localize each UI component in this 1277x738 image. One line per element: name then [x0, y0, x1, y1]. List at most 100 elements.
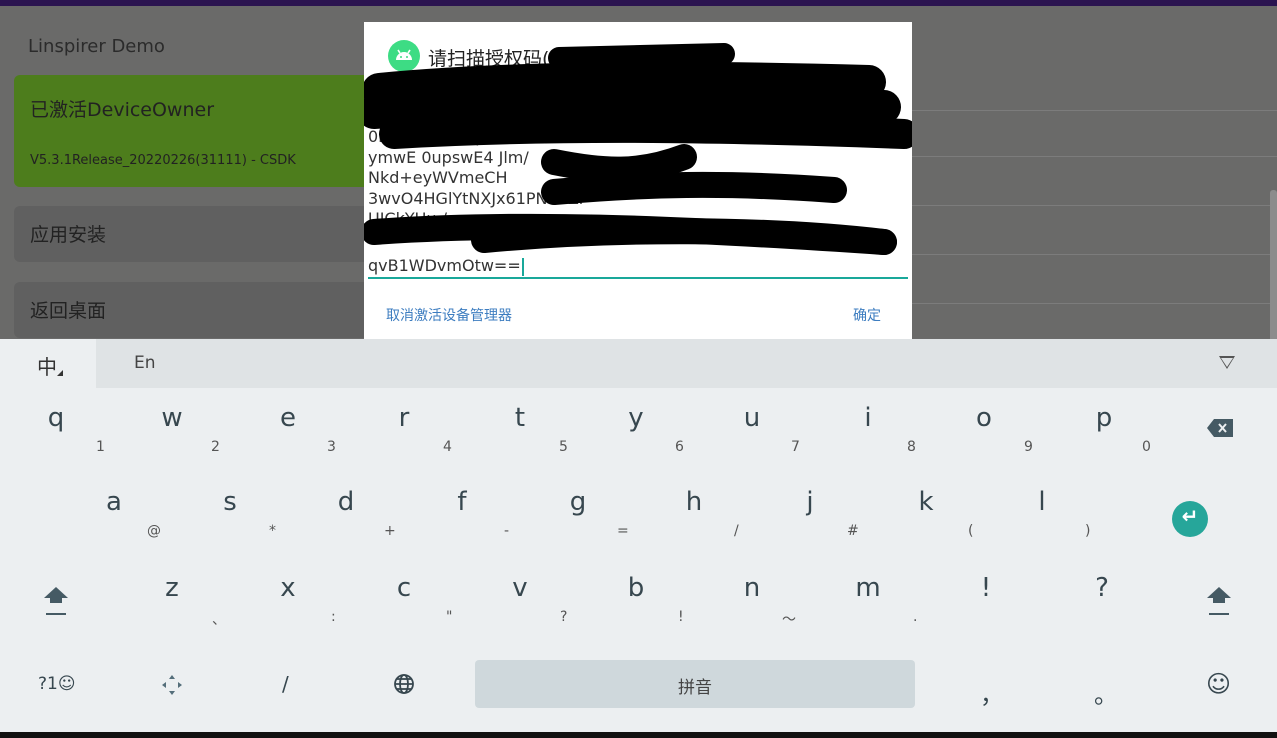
- key-letter: !: [980, 573, 992, 603]
- status-card-version: V5.3.1Release_20220226(31111) - CSDK: [30, 153, 296, 168]
- key-sub: *: [269, 523, 276, 539]
- key-letter: k: [918, 487, 934, 517]
- key-letter: j: [806, 487, 814, 517]
- app-title: Linspirer Demo: [28, 36, 165, 57]
- divider: [912, 254, 1277, 255]
- deactivate-device-admin-button[interactable]: 取消激活设备管理器: [386, 305, 512, 325]
- comma-key[interactable]: ，: [980, 675, 1004, 710]
- key-sub: #: [847, 523, 859, 539]
- key-sub: 3: [327, 439, 336, 455]
- navigation-bar: [0, 732, 1277, 738]
- key-j[interactable]: j #: [752, 479, 868, 559]
- key-letter: p: [1095, 403, 1113, 433]
- key-letter: h: [685, 487, 703, 517]
- key-c[interactable]: c ": [346, 565, 462, 645]
- key-d[interactable]: d +: [288, 479, 404, 559]
- menu-item-label: 返回桌面: [30, 300, 107, 322]
- period-key[interactable]: 。: [1094, 675, 1118, 710]
- key-letter: r: [398, 403, 410, 433]
- key-letter: g: [569, 487, 587, 517]
- key-letter: w: [161, 403, 183, 433]
- shift-right-icon[interactable]: [1204, 587, 1234, 627]
- key-letter: t: [514, 403, 526, 433]
- key-letter: c: [396, 573, 412, 603]
- key-letter: ?: [1095, 573, 1109, 603]
- key-letter: v: [512, 573, 528, 603]
- key-sub: 0: [1142, 439, 1151, 455]
- key-y[interactable]: y6: [580, 395, 696, 475]
- divider: [912, 205, 1277, 206]
- english-mode-key[interactable]: En: [134, 353, 156, 373]
- key-r[interactable]: r4: [348, 395, 464, 475]
- key-w[interactable]: w2: [116, 395, 232, 475]
- key-exclamation[interactable]: !: [928, 565, 1044, 645]
- key-sub: 4: [443, 439, 452, 455]
- key-letter: u: [743, 403, 761, 433]
- key-sub: 9: [1024, 439, 1033, 455]
- backspace-key[interactable]: [1161, 395, 1277, 475]
- key-o[interactable]: o9: [928, 395, 1044, 475]
- key-letter: y: [628, 403, 644, 433]
- key-a[interactable]: a @: [56, 479, 172, 559]
- redaction-scribble: [364, 43, 912, 255]
- key-t[interactable]: t5: [464, 395, 580, 475]
- key-f[interactable]: f-: [404, 479, 520, 559]
- key-sub: ": [446, 609, 453, 625]
- key-sub: =: [617, 523, 629, 539]
- key-u[interactable]: u7: [696, 395, 812, 475]
- key-b[interactable]: b!: [578, 565, 694, 645]
- collapse-keyboard-icon[interactable]: [1219, 356, 1235, 369]
- key-letter: z: [165, 573, 179, 603]
- shift-left-icon[interactable]: [41, 587, 71, 627]
- corner-indicator-icon: [57, 370, 63, 376]
- key-g[interactable]: g =: [520, 479, 636, 559]
- key-s[interactable]: s *: [172, 479, 288, 559]
- key-sub: @: [147, 523, 161, 539]
- key-sub: 8: [907, 439, 916, 455]
- key-e[interactable]: e3: [232, 395, 348, 475]
- key-letter: x: [280, 573, 296, 603]
- key-sub: .: [913, 609, 918, 625]
- key-x[interactable]: x:: [230, 565, 346, 645]
- key-question[interactable]: ?: [1044, 565, 1160, 645]
- space-key[interactable]: 拼音: [475, 660, 915, 708]
- key-letter: f: [457, 487, 467, 517]
- key-sub: 2: [211, 439, 220, 455]
- cursor-move-icon[interactable]: [160, 673, 184, 702]
- key-sub: ): [1085, 523, 1091, 539]
- emoji-key[interactable]: ☺: [1206, 670, 1231, 698]
- key-letter: e: [280, 403, 296, 433]
- confirm-button[interactable]: 确定: [853, 305, 881, 325]
- key-sub: +: [384, 523, 396, 539]
- key-letter: n: [743, 573, 761, 603]
- key-letter: o: [976, 403, 992, 433]
- slash-key[interactable]: /: [282, 672, 289, 696]
- key-k[interactable]: k(: [868, 479, 984, 559]
- status-card-title: 已激活DeviceOwner: [30, 99, 215, 121]
- key-i[interactable]: i8: [812, 395, 928, 475]
- key-sub: 7: [791, 439, 800, 455]
- key-l[interactable]: l): [984, 479, 1100, 559]
- key-h[interactable]: h /: [636, 479, 752, 559]
- chinese-mode-key[interactable]: 中: [0, 339, 96, 388]
- key-p[interactable]: p0: [1044, 395, 1160, 475]
- globe-icon[interactable]: [392, 672, 416, 701]
- key-letter: l: [1038, 487, 1046, 517]
- key-sub: !: [678, 609, 684, 625]
- menu-item-label: 应用安装: [30, 224, 107, 246]
- backspace-icon: [1207, 419, 1233, 437]
- enter-key[interactable]: [1172, 501, 1208, 537]
- symbols-key[interactable]: ?1☺: [38, 674, 76, 694]
- key-letter: i: [864, 403, 872, 433]
- key-sub: -: [504, 523, 510, 539]
- key-z[interactable]: z、: [114, 565, 230, 645]
- key-sub: /: [734, 523, 739, 539]
- key-letter: b: [627, 573, 645, 603]
- key-v[interactable]: v?: [462, 565, 578, 645]
- key-sub: ?: [560, 609, 568, 625]
- key-m[interactable]: m.: [810, 565, 926, 645]
- key-q[interactable]: q1: [0, 395, 116, 475]
- key-sub: :: [331, 609, 336, 625]
- key-n[interactable]: n ～: [694, 565, 810, 645]
- key-letter: m: [855, 573, 881, 603]
